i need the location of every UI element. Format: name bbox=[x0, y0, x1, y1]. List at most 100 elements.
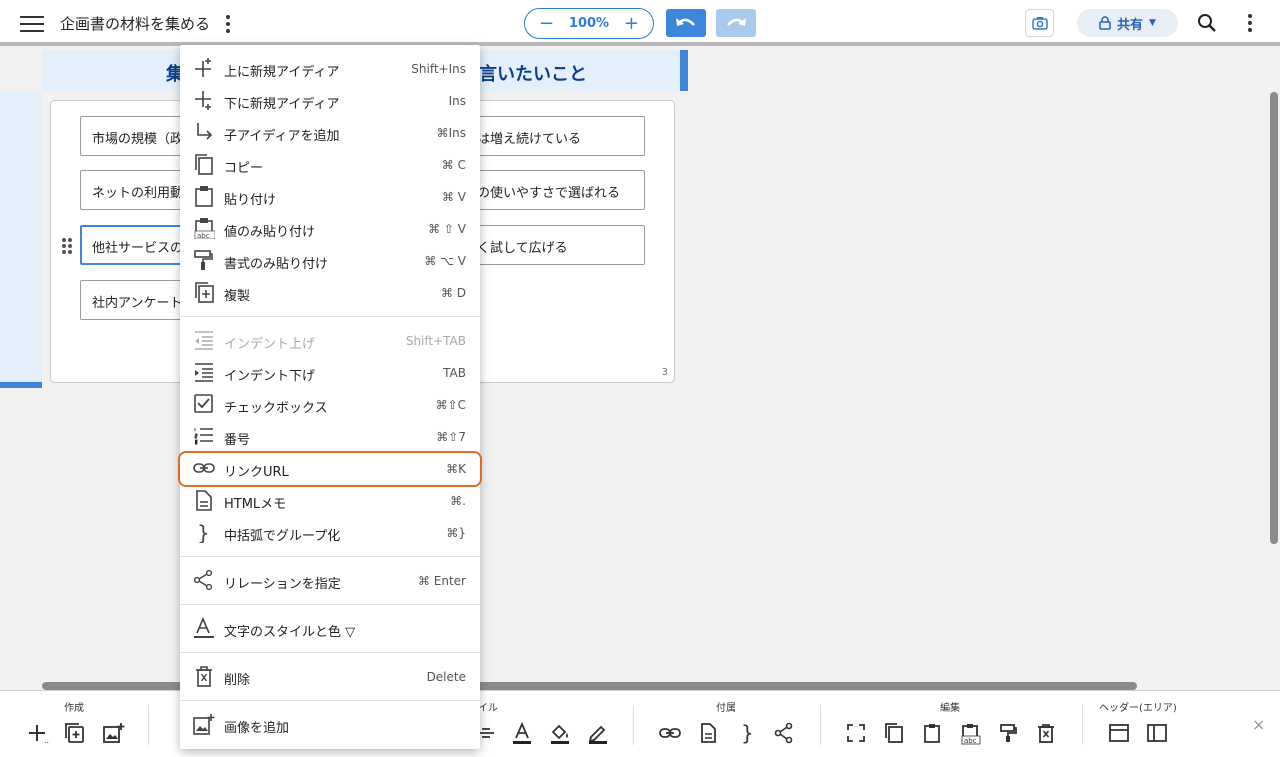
menu-item-text-style[interactable]: 文字のスタイルと色 ▽ bbox=[180, 613, 480, 645]
redo-icon bbox=[727, 18, 746, 26]
left-lane bbox=[0, 91, 42, 388]
document-icon bbox=[196, 490, 212, 511]
close-toolbar-icon[interactable]: × bbox=[1252, 715, 1265, 734]
more-options-icon[interactable] bbox=[1247, 14, 1253, 34]
zoom-control: − 100% + bbox=[524, 8, 654, 39]
menu-item-group-brace[interactable]: } 中括弧でグループ化 ⌘} bbox=[180, 517, 480, 549]
add-below-icon bbox=[195, 91, 211, 110]
menu-divider bbox=[180, 316, 480, 317]
menu-item-numbered[interactable]: 番号 ⌘⇧7 bbox=[180, 421, 480, 453]
toolbar-divider bbox=[633, 705, 634, 745]
delete-icon bbox=[196, 666, 212, 687]
undo-button[interactable] bbox=[666, 9, 706, 37]
page-number: 3 bbox=[661, 367, 668, 378]
header-column-icon[interactable] bbox=[1145, 721, 1169, 745]
svg-text:}: } bbox=[741, 721, 754, 745]
child-arrow-icon bbox=[197, 123, 213, 140]
idea-card[interactable]: は増え続けている bbox=[465, 116, 645, 156]
menu-item-link-url[interactable]: リンクURL ⌘K bbox=[178, 451, 482, 487]
share-button[interactable]: 共有 ▼ bbox=[1077, 9, 1178, 37]
svg-text:..: .. bbox=[44, 736, 49, 745]
share-label: 共有 bbox=[1117, 17, 1144, 33]
hamburger-menu-icon[interactable] bbox=[20, 13, 44, 33]
relation-icon[interactable] bbox=[772, 721, 796, 745]
menu-item-paste[interactable]: 貼り付け ⌘ V bbox=[180, 181, 480, 213]
zoom-out-button[interactable]: − bbox=[539, 13, 554, 34]
group-label-attach: 付属 bbox=[716, 703, 736, 714]
svg-text:abc: abc bbox=[197, 232, 210, 239]
text-color-icon[interactable] bbox=[510, 721, 534, 745]
search-icon[interactable] bbox=[1197, 13, 1217, 33]
document-title[interactable]: 企画書の材料を集める bbox=[60, 13, 210, 34]
menu-item-indent[interactable]: インデント下げ TAB bbox=[180, 357, 480, 389]
menu-item-add-image[interactable]: 画像を追加 bbox=[180, 709, 480, 741]
menu-item-delete[interactable]: 削除 Delete bbox=[180, 661, 480, 693]
svg-text:abc: abc bbox=[964, 737, 977, 745]
screenshot-button[interactable] bbox=[1025, 9, 1054, 37]
link-icon[interactable] bbox=[658, 721, 682, 745]
menu-item-outdent[interactable]: インデント上げ Shift+TAB bbox=[180, 325, 480, 357]
drag-handle-icon[interactable] bbox=[62, 238, 72, 254]
menu-divider bbox=[180, 700, 480, 701]
redo-button[interactable] bbox=[716, 9, 756, 37]
group-label-edit: 編集 bbox=[940, 703, 960, 714]
text-style-icon bbox=[194, 617, 214, 638]
idea-card[interactable]: の使いやすさで選ばれる bbox=[465, 170, 645, 210]
camera-icon bbox=[1031, 17, 1048, 30]
caret-down-icon: ▼ bbox=[1149, 18, 1156, 28]
title-more-icon[interactable] bbox=[225, 15, 231, 35]
paint-roller-icon bbox=[194, 250, 213, 270]
fill-color-icon[interactable] bbox=[548, 721, 572, 745]
indent-icon bbox=[195, 363, 213, 382]
checkbox-icon bbox=[194, 394, 213, 413]
menu-item-relation[interactable]: リレーションを指定 ⌘ Enter bbox=[180, 565, 480, 597]
lock-icon bbox=[1099, 16, 1111, 30]
zoom-in-button[interactable]: + bbox=[624, 13, 639, 34]
vertical-scrollbar[interactable] bbox=[1270, 92, 1278, 544]
zoom-level[interactable]: 100% bbox=[569, 16, 609, 31]
duplicate-icon bbox=[195, 282, 214, 303]
menu-item-checkbox[interactable]: チェックボックス ⌘⇧C bbox=[180, 389, 480, 421]
copy-icon[interactable] bbox=[882, 721, 906, 745]
menu-item-add-below[interactable]: 下に新規アイディア Ins bbox=[180, 85, 480, 117]
pen-color-icon[interactable] bbox=[586, 721, 610, 745]
menu-divider bbox=[180, 652, 480, 653]
idea-card[interactable]: く試して広げる bbox=[465, 225, 645, 265]
delete-icon[interactable] bbox=[1034, 721, 1058, 745]
menu-item-add-above[interactable]: 上に新規アイディア Shift+Ins bbox=[180, 53, 480, 85]
top-bar: 企画書の材料を集める − 100% + 共有 ▼ bbox=[0, 0, 1280, 46]
menu-item-html-memo[interactable]: HTMLメモ ⌘. bbox=[180, 485, 480, 517]
paste-text-icon[interactable]: abc bbox=[958, 721, 982, 745]
menu-item-paste-format[interactable]: 書式のみ貼り付け ⌘ ⌥ V bbox=[180, 245, 480, 277]
add-image-icon bbox=[193, 714, 215, 735]
relation-icon bbox=[193, 569, 213, 591]
copy-icon bbox=[195, 154, 213, 175]
menu-divider bbox=[180, 604, 480, 605]
menu-item-paste-value[interactable]: abc 値のみ貼り付け ⌘ ⇧ V bbox=[180, 213, 480, 245]
paint-roller-icon[interactable] bbox=[996, 721, 1020, 745]
toolbar-divider bbox=[820, 705, 821, 745]
header-row-icon[interactable] bbox=[1107, 721, 1131, 745]
numbered-list-icon bbox=[194, 428, 213, 445]
add-idea-icon[interactable]: .. bbox=[26, 721, 50, 745]
svg-text:}: } bbox=[197, 521, 210, 543]
menu-item-duplicate[interactable]: 複製 ⌘ D bbox=[180, 277, 480, 309]
paste-text-icon: abc bbox=[194, 218, 215, 239]
group-label-create: 作成 bbox=[64, 703, 84, 714]
group-label-style: イル bbox=[478, 703, 498, 714]
add-image-icon[interactable] bbox=[101, 721, 125, 745]
brace-icon[interactable]: } bbox=[734, 721, 758, 745]
toolbar-divider bbox=[148, 705, 149, 745]
select-all-icon[interactable] bbox=[844, 721, 868, 745]
add-above-icon bbox=[195, 58, 211, 77]
menu-item-add-child[interactable]: 子アイディアを追加 ⌘Ins bbox=[180, 117, 480, 149]
duplicate-icon[interactable] bbox=[63, 721, 87, 745]
toolbar-divider bbox=[1082, 705, 1083, 745]
paste-icon[interactable] bbox=[920, 721, 944, 745]
context-menu: 上に新規アイディア Shift+Ins 下に新規アイディア Ins 子アイディア… bbox=[178, 45, 482, 749]
menu-item-copy[interactable]: コピー ⌘ C bbox=[180, 149, 480, 181]
link-icon bbox=[193, 463, 215, 473]
outdent-icon bbox=[195, 331, 213, 350]
paste-icon bbox=[195, 186, 213, 207]
document-icon[interactable] bbox=[696, 721, 720, 745]
